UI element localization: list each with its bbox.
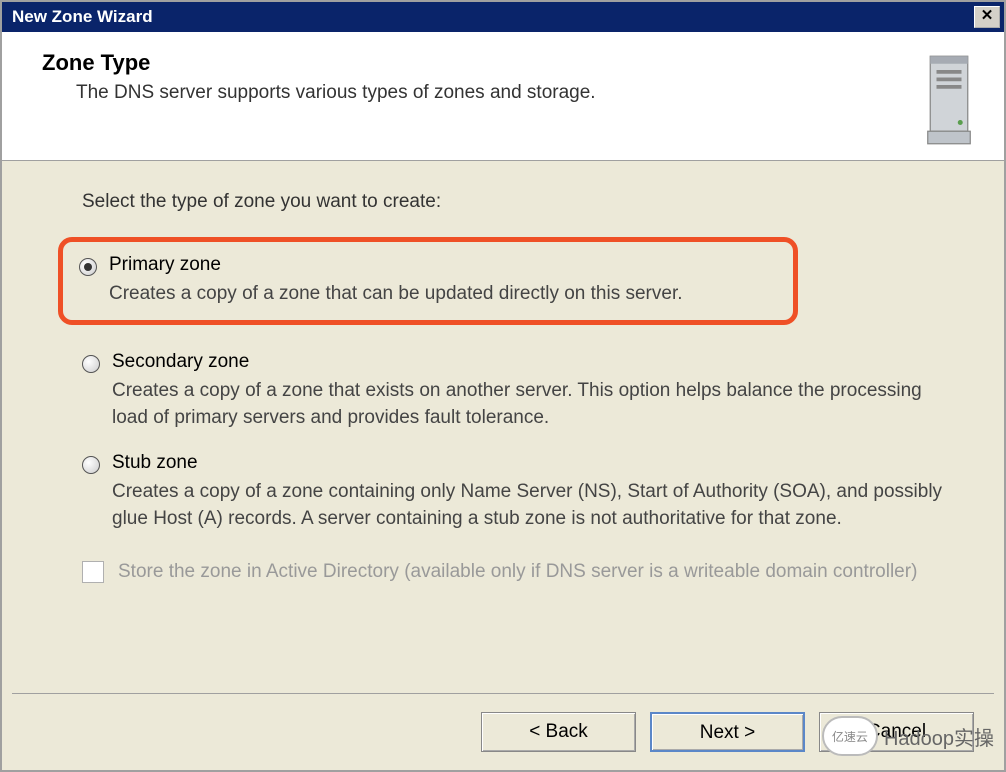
- option-primary-zone[interactable]: Primary zone Creates a copy of a zone th…: [79, 254, 777, 308]
- header-text-block: Zone Type The DNS server supports variou…: [42, 50, 894, 104]
- wizard-header: Zone Type The DNS server supports variou…: [2, 32, 1004, 161]
- server-icon: [914, 50, 984, 150]
- window-title: New Zone Wizard: [12, 7, 974, 27]
- option-description: Creates a copy of a zone that can be upd…: [109, 280, 683, 308]
- titlebar: New Zone Wizard ✕: [2, 2, 1004, 32]
- checkbox-label: Store the zone in Active Directory (avai…: [118, 561, 917, 583]
- highlight-box: Primary zone Creates a copy of a zone th…: [58, 237, 798, 325]
- instruction-text: Select the type of zone you want to crea…: [82, 191, 954, 213]
- button-bar: < Back Next > Cancel: [12, 693, 994, 752]
- option-label: Stub zone: [112, 452, 954, 474]
- cancel-button[interactable]: Cancel: [819, 712, 974, 752]
- page-title: Zone Type: [42, 50, 894, 76]
- option-secondary-zone[interactable]: Secondary zone Creates a copy of a zone …: [82, 351, 954, 432]
- checkbox-store-ad: [82, 561, 104, 583]
- close-button[interactable]: ✕: [974, 6, 1000, 28]
- radio-primary-zone[interactable]: [79, 258, 97, 276]
- option-label: Secondary zone: [112, 351, 954, 373]
- wizard-content: Select the type of zone you want to crea…: [2, 161, 1004, 593]
- next-button[interactable]: Next >: [650, 712, 805, 752]
- store-in-ad-option: Store the zone in Active Directory (avai…: [82, 561, 954, 583]
- close-icon: ✕: [981, 7, 994, 24]
- option-stub-zone[interactable]: Stub zone Creates a copy of a zone conta…: [82, 452, 954, 533]
- radio-secondary-zone[interactable]: [82, 355, 100, 373]
- back-button[interactable]: < Back: [481, 712, 636, 752]
- option-description: Creates a copy of a zone containing only…: [112, 478, 954, 533]
- radio-stub-zone[interactable]: [82, 456, 100, 474]
- option-description: Creates a copy of a zone that exists on …: [112, 377, 954, 432]
- wizard-window: New Zone Wizard ✕ Zone Type The DNS serv…: [0, 0, 1006, 772]
- option-label: Primary zone: [109, 254, 683, 276]
- page-subtitle: The DNS server supports various types of…: [76, 82, 894, 104]
